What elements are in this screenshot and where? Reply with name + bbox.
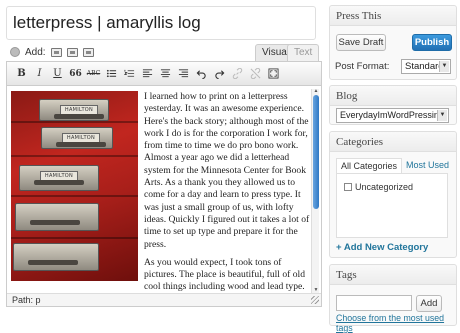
numbered-list-icon[interactable] [121, 65, 138, 82]
blockquote-button[interactable]: 66 [67, 65, 84, 82]
media-circle-icon[interactable] [10, 47, 20, 57]
blog-box: Blog EverydayImWordPressing ▼ [329, 85, 457, 125]
scroll-thumb[interactable] [313, 95, 319, 209]
category-label: Uncategorized [355, 182, 414, 192]
post-format-select[interactable]: Standard ▼ [401, 59, 451, 74]
publish-button[interactable]: Publish [412, 34, 452, 51]
strikethrough-button[interactable]: ABC [85, 65, 102, 82]
editor-toolbar: B I U 66 ABC [7, 62, 321, 86]
letterpress-photo[interactable]: HAMILTON HAMILTON HAMILTON [11, 91, 138, 281]
editor-content[interactable]: HAMILTON HAMILTON HAMILTON I learned how… [7, 87, 312, 295]
post-format-value: Standard [405, 61, 444, 72]
add-new-category-link[interactable]: + Add New Category [336, 242, 428, 253]
dropdown-arrow-icon: ▼ [437, 110, 447, 121]
tab-most-used[interactable]: Most Used [402, 158, 453, 173]
post-editor: B I U 66 ABC HAMILTON HAMILTON HAMILTON … [6, 61, 322, 307]
press-this-box: Press This Save Draft Publish Post Forma… [329, 5, 457, 80]
add-tag-button[interactable]: Add [416, 295, 442, 312]
blog-heading: Blog [330, 86, 456, 106]
add-image-icon[interactable] [50, 47, 62, 57]
scroll-up-arrow-icon[interactable]: ▲ [312, 89, 320, 94]
align-center-icon[interactable] [157, 65, 174, 82]
align-right-icon[interactable] [175, 65, 192, 82]
dropdown-arrow-icon: ▼ [439, 61, 449, 72]
post-title-input[interactable]: letterpress | amaryllis log [6, 6, 316, 40]
add-video-icon[interactable] [66, 47, 78, 57]
paragraph: I learned how to print on a letterpress … [144, 91, 310, 250]
category-checkbox[interactable] [344, 183, 352, 191]
fullscreen-icon[interactable] [265, 65, 282, 82]
category-checklist: Uncategorized [336, 173, 448, 238]
tags-input[interactable] [336, 295, 412, 311]
tab-text[interactable]: Text [287, 44, 320, 61]
editor-path-bar: Path: p [7, 293, 321, 306]
tab-all-categories[interactable]: All Categories [336, 158, 403, 173]
align-left-icon[interactable] [139, 65, 156, 82]
add-media-row: Add: [10, 45, 94, 59]
save-draft-button[interactable]: Save Draft [336, 34, 386, 51]
category-tabs: All Categories Most Used [336, 158, 453, 173]
tags-box: Tags Add Choose from the most used tags [329, 264, 457, 333]
add-media-icon[interactable] [82, 47, 94, 57]
unlink-icon[interactable] [247, 65, 264, 82]
blog-select[interactable]: EverydayImWordPressing ▼ [336, 108, 449, 123]
redo-icon[interactable] [211, 65, 228, 82]
categories-box: Categories All Categories Most Used Unca… [329, 131, 457, 258]
categories-heading: Categories [330, 132, 456, 152]
resize-grip-icon[interactable] [311, 296, 319, 304]
press-this-heading: Press This [330, 6, 456, 26]
tags-heading: Tags [330, 265, 456, 285]
editor-scrollbar[interactable]: ▲ ▼ [311, 89, 319, 293]
insert-link-icon[interactable] [229, 65, 246, 82]
italic-button[interactable]: I [31, 65, 48, 82]
blog-select-value: EverydayImWordPressing [340, 110, 444, 120]
paragraph: As you would expect, I took tons of pict… [144, 256, 306, 293]
post-format-label: Post Format: [335, 61, 390, 72]
element-path: Path: p [12, 295, 41, 305]
underline-button[interactable]: U [49, 65, 66, 82]
bold-button[interactable]: B [13, 65, 30, 82]
bullet-list-icon[interactable] [103, 65, 120, 82]
add-media-label: Add: [25, 46, 46, 58]
undo-icon[interactable] [193, 65, 210, 82]
category-item[interactable]: Uncategorized [344, 182, 413, 192]
choose-tags-link[interactable]: Choose from the most used tags [336, 313, 456, 333]
post-body-text: I learned how to print on a letterpress … [144, 91, 310, 295]
